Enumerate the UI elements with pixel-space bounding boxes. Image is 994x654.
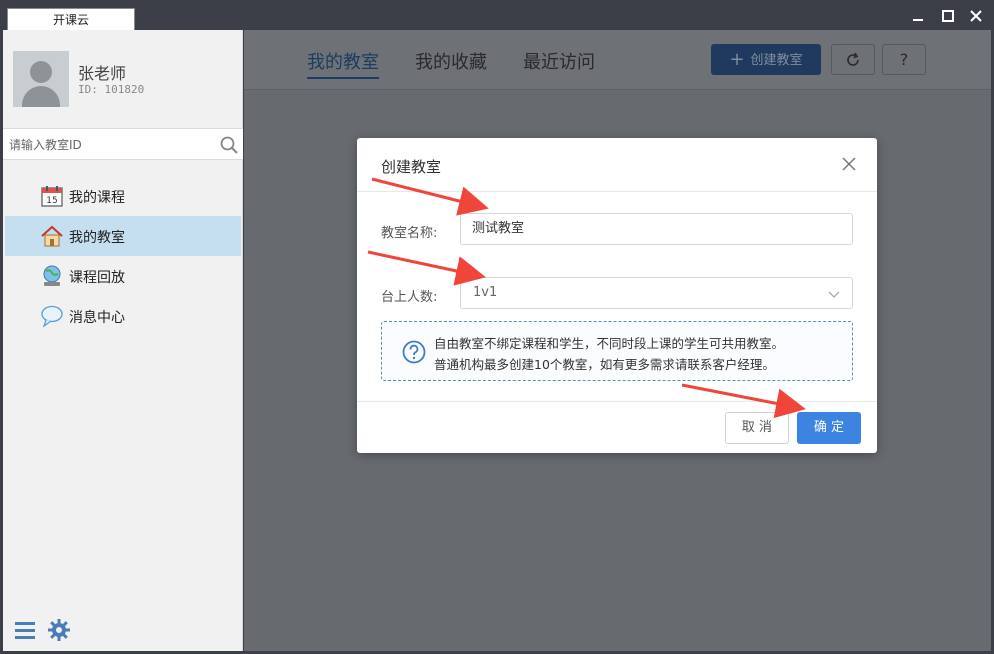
close-icon[interactable] — [841, 156, 857, 172]
confirm-button[interactable]: 确 定 — [797, 412, 861, 444]
sidebar-item-label: 消息中心 — [69, 310, 125, 326]
minimize-icon[interactable] — [908, 6, 928, 26]
help-button[interactable]: ? — [882, 44, 926, 75]
sidebar-item-course-replay[interactable]: 课程回放 — [5, 256, 241, 296]
sidebar-nav: 15 我的课程 我的教室 课程回放 消息中心 — [5, 176, 241, 336]
create-classroom-dialog: 创建教室 教室名称: 测试教室 台上人数: 1v1 自由教室不绑定课程和学生，不… — [357, 138, 877, 453]
maximize-icon[interactable] — [938, 6, 958, 26]
seats-label: 台上人数: — [381, 290, 438, 305]
sidebar-item-label: 课程回放 — [69, 270, 125, 286]
classroom-name-label: 教室名称: — [381, 226, 438, 241]
sidebar-item-label: 我的课程 — [69, 190, 125, 206]
tab-my-favorites[interactable]: 我的收藏 — [415, 48, 487, 74]
svg-text:15: 15 — [46, 196, 57, 206]
tab-my-classroom[interactable]: 我的教室 — [307, 48, 379, 79]
title-bar: 开课云 — [0, 0, 994, 30]
dialog-header: 创建教室 — [357, 138, 877, 192]
sidebar-item-label: 我的教室 — [69, 230, 125, 246]
close-icon[interactable] — [966, 6, 986, 26]
search-box — [3, 128, 243, 160]
cancel-button[interactable]: 取 消 — [725, 412, 789, 444]
seats-select[interactable]: 1v1 — [460, 277, 853, 309]
seats-select-value: 1v1 — [473, 285, 498, 300]
dialog-footer: 取 消 确 定 — [357, 401, 877, 453]
user-name: 张老师 — [78, 64, 127, 83]
window-tab[interactable]: 开课云 — [7, 8, 135, 30]
sidebar-item-my-classroom[interactable]: 我的教室 — [5, 216, 241, 256]
tab-recent-visits[interactable]: 最近访问 — [523, 48, 595, 74]
info-notice: 自由教室不绑定课程和学生，不同时段上课的学生可共用教室。 普通机构最多创建10个… — [381, 321, 853, 381]
chevron-down-icon — [828, 288, 840, 300]
plus-icon: + — [729, 49, 745, 70]
refresh-icon — [847, 52, 859, 66]
top-nav: 我的教室 我的收藏 最近访问 + 创建教室 ? — [244, 30, 991, 90]
classroom-name-input[interactable]: 测试教室 — [460, 213, 853, 245]
chat-bubble-icon — [40, 304, 64, 328]
create-classroom-label: 创建教室 — [750, 53, 803, 68]
notice-text-line1: 自由教室不绑定课程和学生，不同时段上课的学生可共用教室。 — [434, 336, 785, 351]
create-classroom-button[interactable]: + 创建教室 — [711, 44, 821, 75]
search-input[interactable] — [9, 135, 209, 155]
globe-icon — [40, 264, 64, 288]
dialog-title: 创建教室 — [381, 158, 442, 176]
search-icon[interactable] — [219, 135, 239, 155]
calendar-icon: 15 — [40, 184, 64, 208]
avatar[interactable] — [13, 51, 69, 107]
refresh-button[interactable] — [831, 44, 875, 75]
notice-text-line2: 普通机构最多创建10个教室，如有更多需求请联系客户经理。 — [434, 357, 775, 372]
sidebar-item-message-center[interactable]: 消息中心 — [5, 296, 241, 336]
sidebar-item-my-courses[interactable]: 15 我的课程 — [5, 176, 241, 216]
user-id: ID: 101820 — [78, 83, 145, 96]
sidebar: 张老师 ID: 101820 15 我的课程 — [3, 30, 243, 651]
question-circle-icon — [402, 340, 426, 364]
house-icon — [40, 224, 64, 248]
menu-icon[interactable] — [13, 618, 37, 642]
gear-icon[interactable] — [47, 618, 71, 642]
